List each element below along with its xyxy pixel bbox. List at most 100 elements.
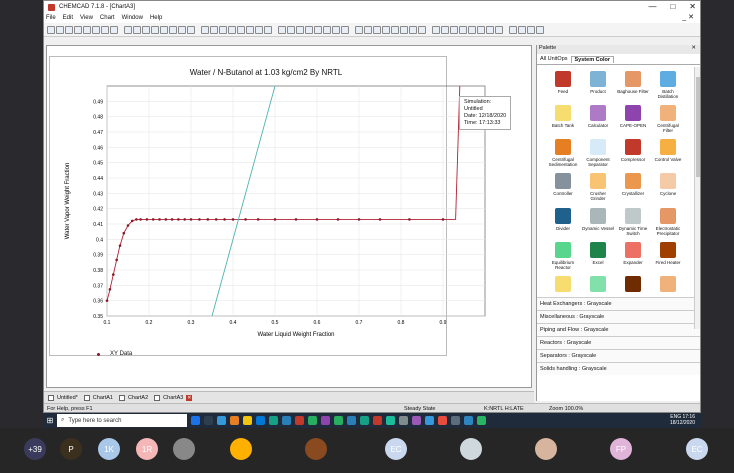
- taskbar-app-icon[interactable]: [269, 416, 278, 425]
- menu-view[interactable]: View: [80, 15, 93, 21]
- taskbar-app-icon[interactable]: [191, 416, 200, 425]
- toolbar-button[interactable]: [92, 25, 100, 34]
- tab-all-unitops[interactable]: All UnitOps: [537, 56, 571, 62]
- taskbar-app-icon[interactable]: [464, 416, 473, 425]
- participant-avatar[interactable]: [535, 438, 557, 460]
- participant-avatar[interactable]: P: [60, 438, 82, 460]
- taskbar-app-icon[interactable]: [334, 416, 343, 425]
- toolbar-button[interactable]: [278, 25, 286, 34]
- tab-system-color[interactable]: System Color: [570, 55, 614, 63]
- palette-item[interactable]: Fired Heater: [652, 241, 684, 273]
- palette-item[interactable]: Calculator: [582, 105, 614, 136]
- taskbar-app-icon[interactable]: [425, 416, 434, 425]
- toolbar-button[interactable]: [160, 25, 168, 34]
- toolbar-button[interactable]: [432, 25, 440, 34]
- toolbar-button[interactable]: [323, 25, 331, 34]
- menu-edit[interactable]: Edit: [63, 15, 73, 21]
- palette-item[interactable]: [652, 275, 684, 297]
- palette-item[interactable]: [547, 275, 579, 297]
- toolbar-button[interactable]: [187, 25, 195, 34]
- taskbar-app-icon[interactable]: [360, 416, 369, 425]
- palette-item[interactable]: Centrifugal Filter: [652, 105, 684, 136]
- taskbar-search[interactable]: ⌕ Type here to search: [57, 414, 187, 427]
- minimize-button[interactable]: —: [648, 2, 656, 11]
- palette-category[interactable]: Separators : Grayscale: [537, 349, 700, 362]
- document-tab[interactable]: ChartA2: [118, 394, 148, 401]
- palette-item[interactable]: Controller: [547, 173, 579, 204]
- participant-avatar[interactable]: EC: [686, 438, 708, 460]
- toolbar-button[interactable]: [486, 25, 494, 34]
- palette-scrollbar[interactable]: [694, 67, 700, 329]
- taskbar-app-icon[interactable]: [321, 416, 330, 425]
- palette-item[interactable]: Batch Tank: [547, 105, 579, 136]
- mdi-controls[interactable]: _ ✕: [682, 13, 694, 21]
- participant-avatar[interactable]: [173, 438, 195, 460]
- taskbar-app-icon[interactable]: [451, 416, 460, 425]
- windows-start-icon[interactable]: ⊞: [43, 413, 57, 428]
- menu-window[interactable]: Window: [122, 15, 143, 21]
- palette-item[interactable]: Equilibrium Reactor: [547, 241, 579, 273]
- document-tab[interactable]: Untitled*: [48, 394, 78, 401]
- toolbar-button[interactable]: [178, 25, 186, 34]
- palette-item[interactable]: Batch Distillation: [652, 71, 684, 102]
- taskbar-app-icon[interactable]: [347, 416, 356, 425]
- participant-avatar[interactable]: +39: [24, 438, 46, 460]
- palette-item[interactable]: Expander: [617, 241, 649, 273]
- toolbar-button[interactable]: [264, 25, 272, 34]
- participant-avatar[interactable]: [460, 438, 482, 460]
- toolbar-button[interactable]: [509, 25, 517, 34]
- toolbar-button[interactable]: [468, 25, 476, 34]
- participant-avatar[interactable]: 1R: [136, 438, 158, 460]
- palette-item[interactable]: Feed: [547, 71, 579, 102]
- toolbar-button[interactable]: [110, 25, 118, 34]
- menu-chart[interactable]: Chart: [100, 15, 115, 21]
- toolbar-button[interactable]: [101, 25, 109, 34]
- document-tab[interactable]: ChartA1: [83, 394, 113, 401]
- palette-category[interactable]: Heat Exchangers : Grayscale: [537, 297, 700, 310]
- taskbar-app-icon[interactable]: [373, 416, 382, 425]
- toolbar-button[interactable]: [391, 25, 399, 34]
- toolbar-button[interactable]: [373, 25, 381, 34]
- palette-item[interactable]: Dynamic Vessel: [582, 207, 614, 239]
- chart-plot[interactable]: 0.35 0.36 0.37 0.38 0.39 0.4 0.41 0.42 0.43 0.44 0…: [47, 46, 533, 366]
- close-button[interactable]: ✕: [689, 2, 696, 11]
- palette-item[interactable]: Excel: [582, 241, 614, 273]
- toolbar-button[interactable]: [219, 25, 227, 34]
- toolbar-button[interactable]: [332, 25, 340, 34]
- taskbar-app-icon[interactable]: [217, 416, 226, 425]
- taskbar-app-icon[interactable]: [243, 416, 252, 425]
- participant-avatar[interactable]: [305, 438, 327, 460]
- palette-item[interactable]: Dynamic Time Switch: [617, 207, 649, 239]
- palette-item[interactable]: Product: [582, 71, 614, 102]
- palette-item[interactable]: Component Separator: [582, 139, 614, 170]
- palette-item[interactable]: [617, 275, 649, 297]
- taskbar-app-icon[interactable]: [295, 416, 304, 425]
- toolbar-button[interactable]: [364, 25, 372, 34]
- participant-avatar[interactable]: EC: [385, 438, 407, 460]
- palette-category[interactable]: Solids handling : Grayscale: [537, 362, 700, 375]
- taskbar-app-icon[interactable]: [308, 416, 317, 425]
- toolbar-button[interactable]: [201, 25, 209, 34]
- taskbar-app-icon[interactable]: [230, 416, 239, 425]
- toolbar-button[interactable]: [74, 25, 82, 34]
- toolbar-button[interactable]: [459, 25, 467, 34]
- palette-item[interactable]: [582, 275, 614, 297]
- toolbar-button[interactable]: [124, 25, 132, 34]
- toolbar-button[interactable]: [246, 25, 254, 34]
- document-tab[interactable]: ChartA3 ✕: [154, 394, 193, 401]
- taskbar-app-icon[interactable]: [399, 416, 408, 425]
- palette-item[interactable]: Baghouse Filter: [617, 71, 649, 102]
- taskbar-app-icon[interactable]: [282, 416, 291, 425]
- participant-avatar[interactable]: [230, 438, 252, 460]
- toolbar-button[interactable]: [450, 25, 458, 34]
- toolbar-button[interactable]: [495, 25, 503, 34]
- toolbar-button[interactable]: [296, 25, 304, 34]
- participant-avatar[interactable]: 1K: [98, 438, 120, 460]
- toolbar-button[interactable]: [210, 25, 218, 34]
- palette-item[interactable]: CAPE-OPEN: [617, 105, 649, 136]
- palette-item[interactable]: Control Valve: [652, 139, 684, 170]
- toolbar-button[interactable]: [409, 25, 417, 34]
- toolbar-button[interactable]: [47, 25, 55, 34]
- toolbar-button[interactable]: [237, 25, 245, 34]
- toolbar-button[interactable]: [536, 25, 544, 34]
